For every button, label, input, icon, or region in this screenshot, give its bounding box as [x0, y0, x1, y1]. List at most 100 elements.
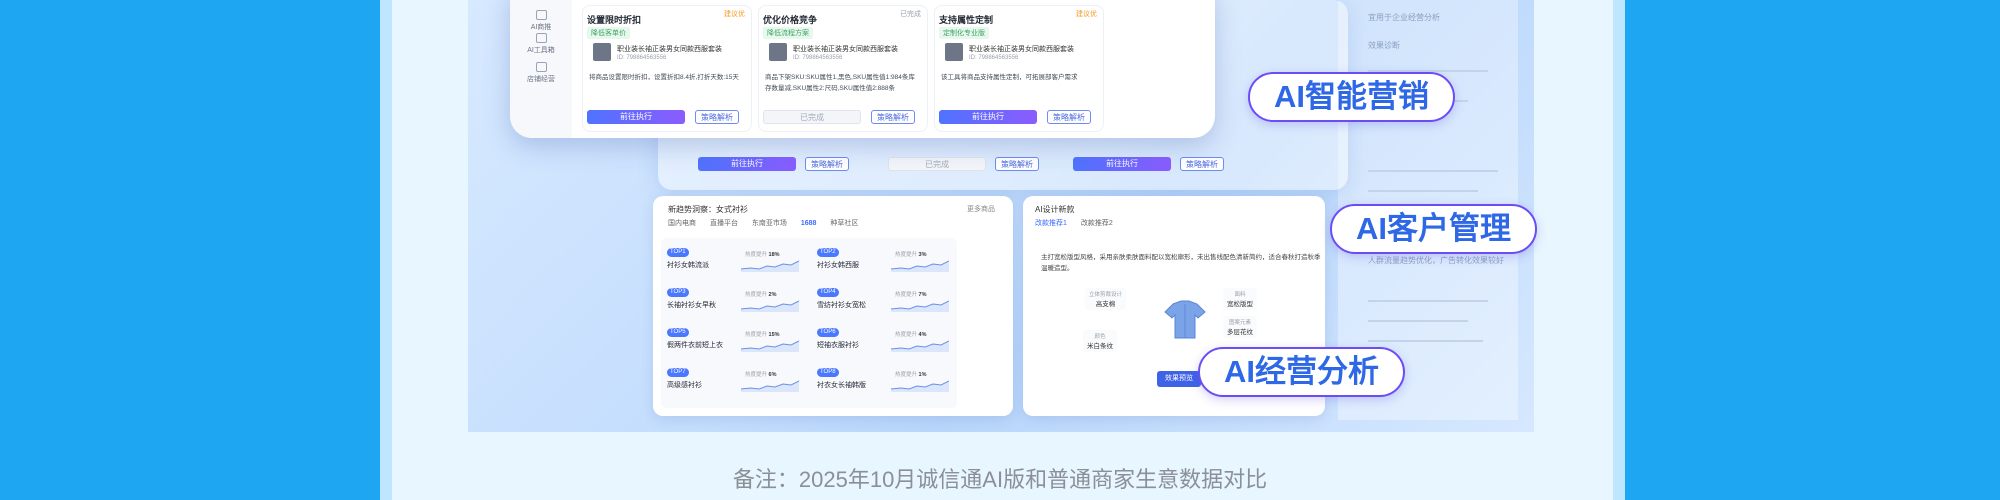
- trend-keyword: 衬衣女长袖韩版: [817, 382, 866, 389]
- product-name: 职业装长袖正装男女同款西服套装: [617, 46, 722, 53]
- trend-item[interactable]: TOP6 短袖衣服衬衫 热度提升 4%: [811, 322, 956, 358]
- analysis-button[interactable]: 策略解析: [695, 110, 739, 124]
- analysis-button[interactable]: 策略解析: [1047, 110, 1091, 124]
- sparkline: [741, 340, 799, 352]
- card-title: 设置限时折扣: [587, 15, 642, 25]
- trend-item[interactable]: TOP1 衬衫女韩流派 热度提升 18%: [661, 242, 806, 278]
- card-description: 商品下架SKU:SKU属性1,黑色,SKU属性值1:984条库存数量减,SKU属…: [765, 74, 915, 92]
- product-name: 职业装长袖正装男女同款西服套装: [793, 46, 898, 53]
- preview-button[interactable]: 效果预览: [1157, 371, 1201, 387]
- tab-live[interactable]: 直播平台: [710, 220, 738, 227]
- strip-analysis-button-2[interactable]: 策略解析: [995, 157, 1039, 171]
- sidebar-item-toolbox[interactable]: AI工具箱: [510, 33, 572, 55]
- execute-button[interactable]: 前往执行: [939, 110, 1037, 124]
- rank-badge: TOP4: [817, 288, 839, 297]
- trend-insight-panel: 新趋势洞察：女式衬衫 更多商品 国内电商 直播平台 东南亚市场 1688 种草社…: [653, 196, 1013, 416]
- trend-keyword: 短袖衣服衬衫: [817, 342, 859, 349]
- trend-keyword: 衬衫女韩流派: [667, 262, 709, 269]
- tab-domestic[interactable]: 国内电商: [668, 220, 696, 227]
- trend-keyword: 假两件衣前短上衣: [667, 342, 723, 349]
- card-badge: 已完成: [900, 11, 921, 18]
- product-thumbnail: [593, 43, 611, 61]
- card-title: 支持属性定制: [939, 15, 994, 25]
- strip-execute-button-2[interactable]: 前往执行: [1073, 157, 1171, 171]
- design-point: 图案元素 多层花纹: [1223, 316, 1257, 338]
- product-thumbnail: [945, 43, 963, 61]
- strategy-card-2: 已完成 优化价格竞争 降低流程方案 职业装长袖正装男女同款西服套装 ID: 79…: [758, 5, 928, 132]
- rank-badge: TOP3: [667, 288, 689, 297]
- sparkline: [741, 300, 799, 312]
- trend-keyword: 长袖衬衫女早秋: [667, 302, 716, 309]
- strip-analysis-button-1[interactable]: 策略解析: [805, 157, 849, 171]
- sparkline: [891, 340, 949, 352]
- execute-button[interactable]: 前往执行: [587, 110, 685, 124]
- sparkline: [891, 380, 949, 392]
- badge-ai-analysis: AI经营分析: [1198, 347, 1405, 397]
- design-tabs: 改款推荐1 改款推荐2: [1035, 218, 1113, 228]
- design-title: AI设计新款: [1035, 205, 1075, 214]
- trend-more-link[interactable]: 更多商品: [967, 204, 995, 214]
- badge-ai-marketing: AI智能营销: [1248, 72, 1455, 122]
- badge-ai-customer: AI客户管理: [1330, 204, 1537, 254]
- rank-badge: TOP8: [817, 368, 839, 377]
- trend-rank-list: TOP1 衬衫女韩流派 热度提升 18% TOP2 衬衫女韩西服 热度提升 3% TOP3 长…: [661, 238, 957, 408]
- toolbox-icon: [535, 33, 547, 43]
- store-icon: [535, 62, 547, 72]
- card-description: 该工具将商品支持属性定制，可拓展部客户需求: [941, 74, 1078, 81]
- rank-badge: TOP5: [667, 328, 689, 337]
- card-tag: 降低流程方案: [763, 27, 813, 39]
- ai-marketing-icon: [535, 10, 547, 20]
- design-point: 立体剪裁设计 高支棉: [1085, 288, 1127, 310]
- right-panel-section: 效果诊断: [1368, 41, 1400, 50]
- strategy-panel: AI商推 AI工具箱 店铺经营 建议优 设置限时折扣 降低客单价 职业装长袖正装…: [510, 0, 1215, 138]
- rank-badge: TOP6: [817, 328, 839, 337]
- sparkline: [891, 260, 949, 272]
- card-tag: 定制化专业版: [939, 27, 989, 39]
- design-point: 面料 宽松版型: [1223, 288, 1257, 310]
- trend-item[interactable]: TOP7 高级感衬衫 热度提升 6%: [661, 362, 806, 398]
- trend-item[interactable]: TOP4 雪纺衬衫女宽松 热度提升 7%: [811, 282, 956, 318]
- strip-done-button: 已完成: [888, 157, 986, 171]
- tab-community[interactable]: 种草社区: [830, 220, 858, 227]
- sparkline: [891, 300, 949, 312]
- strategy-card-3: 建议优 支持属性定制 定制化专业版 职业装长袖正装男女同款西服套装 ID: 79…: [934, 5, 1104, 132]
- analysis-button[interactable]: 策略解析: [871, 110, 915, 124]
- rank-badge: TOP2: [817, 248, 839, 257]
- product-id: ID: 798864563556: [793, 55, 843, 61]
- background-action-strip: 前往执行 策略解析 已完成 策略解析 前往执行 策略解析: [698, 157, 1338, 183]
- product-id: ID: 798864563556: [969, 55, 1019, 61]
- strip-execute-button-1[interactable]: 前往执行: [698, 157, 796, 171]
- card-badge: 建议优: [1076, 11, 1097, 18]
- card-title: 优化价格竞争: [763, 15, 818, 25]
- tab-1688[interactable]: 1688: [801, 220, 817, 227]
- card-badge: 建议优: [724, 11, 745, 18]
- right-panel-note: 人群流量趋势优化，广告转化效果较好: [1368, 256, 1504, 265]
- tab-design-1[interactable]: 改款推荐1: [1035, 220, 1067, 227]
- trend-item[interactable]: TOP5 假两件衣前短上衣 热度提升 15%: [661, 322, 806, 358]
- trend-item[interactable]: TOP3 长袖衬衫女早秋 热度提升 2%: [661, 282, 806, 318]
- rank-badge: TOP1: [667, 248, 689, 257]
- sparkline: [741, 260, 799, 272]
- done-button: 已完成: [763, 110, 861, 124]
- sparkline: [741, 380, 799, 392]
- card-description: 将商品设置限时折扣，设置折扣8.4折,打折天数:15天: [589, 74, 739, 81]
- card-tag: 降低客单价: [587, 27, 630, 39]
- sidebar: AI商推 AI工具箱 店铺经营: [510, 0, 572, 138]
- sidebar-item-ai-marketing[interactable]: AI商推: [510, 10, 572, 32]
- right-panel-title: 宜用于企业经营分析: [1368, 13, 1440, 22]
- trend-item[interactable]: TOP8 衬衣女长袖韩版 热度提升 1%: [811, 362, 956, 398]
- trend-tabs: 国内电商 直播平台 东南亚市场 1688 种草社区: [668, 218, 870, 228]
- trend-title: 新趋势洞察：女式衬衫: [668, 205, 748, 214]
- tab-sea[interactable]: 东南亚市场: [752, 220, 787, 227]
- trend-keyword: 衬衫女韩西服: [817, 262, 859, 269]
- strip-analysis-button-3[interactable]: 策略解析: [1180, 157, 1224, 171]
- rank-badge: TOP7: [667, 368, 689, 377]
- trend-item[interactable]: TOP2 衬衫女韩西服 热度提升 3%: [811, 242, 956, 278]
- tab-design-2[interactable]: 改款推荐2: [1081, 220, 1113, 227]
- trend-keyword: 雪纺衬衫女宽松: [817, 302, 866, 309]
- footnote: 备注：2025年10月诚信通AI版和普通商家生意数据对比: [732, 467, 1268, 492]
- design-description: 主打宽松版型风格，采用亲肤柔肤面料配以宽松廓形，未出售线配色清新简约，适合春秋打…: [1041, 254, 1321, 272]
- product-name: 职业装长袖正装男女同款西服套装: [969, 46, 1074, 53]
- sidebar-item-store[interactable]: 店铺经营: [510, 62, 572, 84]
- design-point: 颜色 米白条纹: [1083, 330, 1117, 352]
